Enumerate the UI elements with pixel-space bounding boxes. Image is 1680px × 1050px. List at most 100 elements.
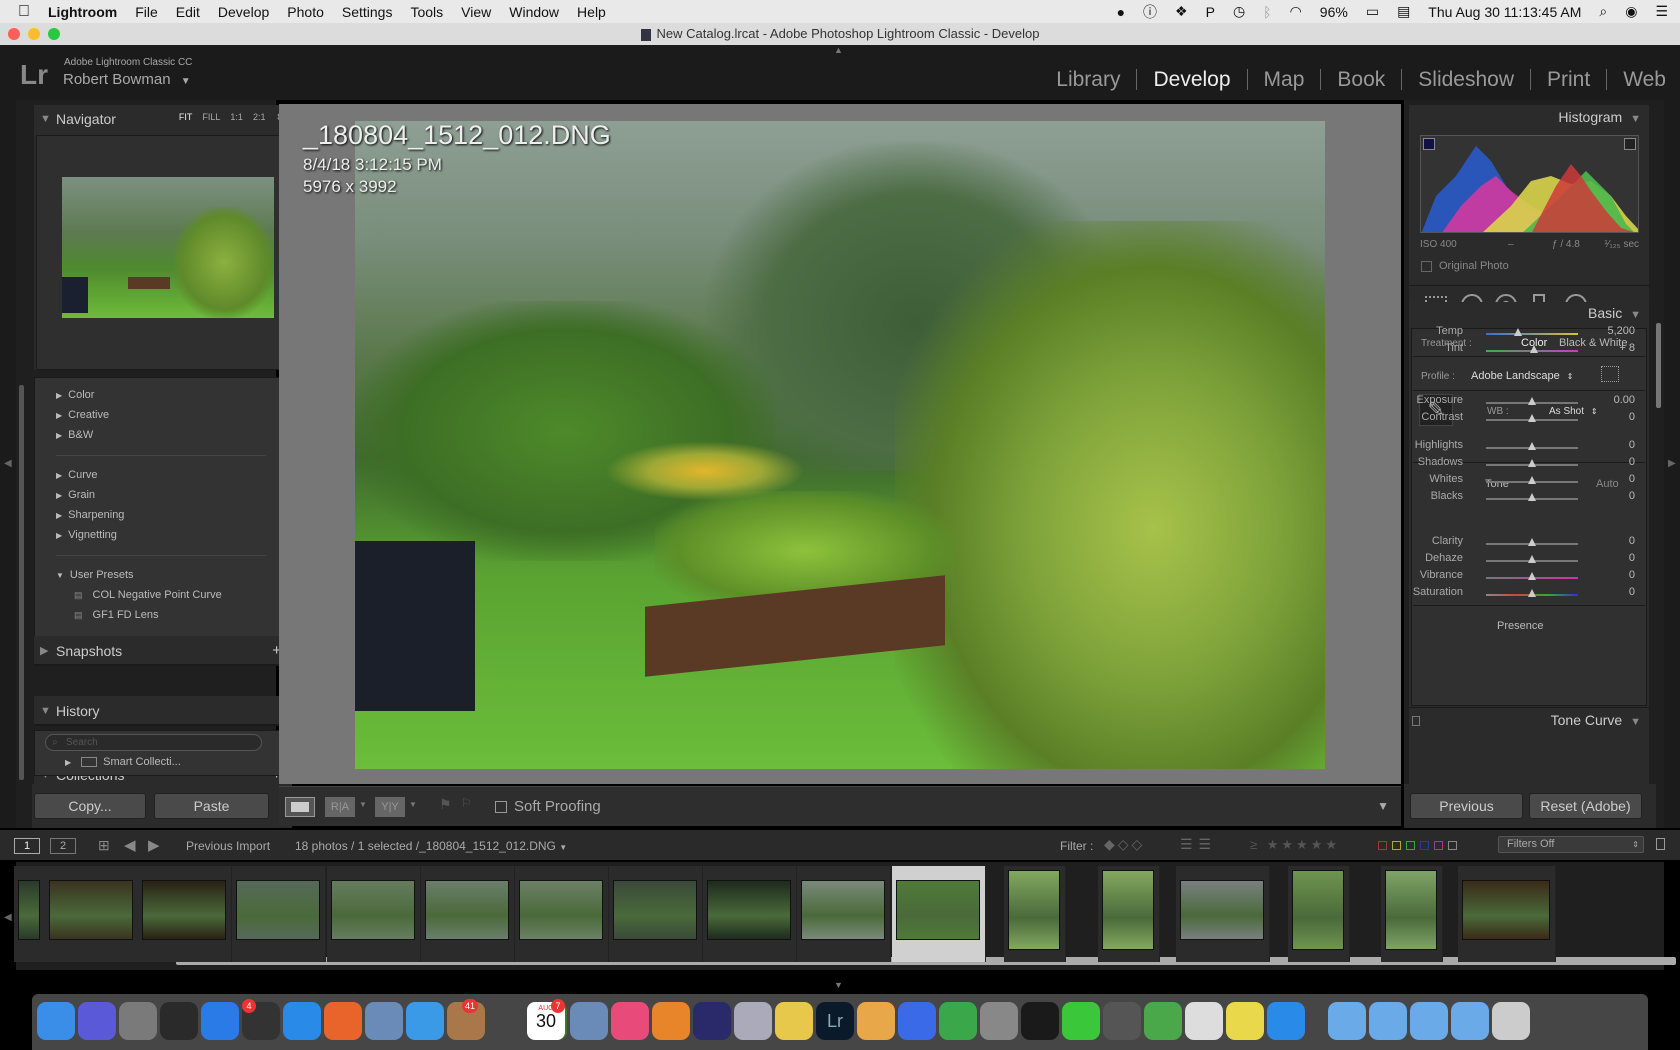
status-icon[interactable]: ⓘ: [1134, 2, 1166, 22]
filmstrip-thumbnail[interactable]: [142, 880, 226, 940]
flag-pick-icon[interactable]: ⚑: [439, 796, 452, 813]
filmstrip-thumbnail[interactable]: [1292, 870, 1344, 950]
stickies-icon[interactable]: [1226, 1002, 1264, 1040]
slider-value[interactable]: 0.00: [1585, 394, 1635, 406]
color-label-blue[interactable]: [1420, 841, 1429, 850]
reset-adobe-button[interactable]: Reset (Adobe): [1529, 793, 1642, 819]
shadow-clipping-icon[interactable]: [1423, 138, 1435, 150]
wifi-icon[interactable]: ◠: [1281, 3, 1311, 20]
preset-item[interactable]: ▤ COL Negative Point Curve: [74, 589, 222, 601]
applications-folder-icon[interactable]: [1328, 1002, 1366, 1040]
filmstrip-thumbnail[interactable]: [896, 880, 980, 940]
documents-folder-icon[interactable]: [1369, 1002, 1407, 1040]
messages-icon[interactable]: [406, 1002, 444, 1040]
reminders-icon[interactable]: [1185, 1002, 1223, 1040]
slider-track[interactable]: [1486, 572, 1578, 580]
slider-knob[interactable]: [1528, 442, 1536, 450]
slider-blacks[interactable]: Blacks 0: [1409, 490, 1649, 508]
menu-photo[interactable]: Photo: [278, 4, 333, 20]
apple-icon[interactable]: : [0, 3, 39, 21]
color-label-gray[interactable]: [1448, 841, 1457, 850]
keynote-icon[interactable]: [898, 1002, 936, 1040]
page-1-button[interactable]: 1: [14, 838, 40, 854]
firefox-icon[interactable]: [324, 1002, 362, 1040]
slider-highlights[interactable]: Highlights 0: [1409, 439, 1649, 457]
slider-value[interactable]: 0: [1585, 439, 1635, 451]
main-photo[interactable]: [355, 121, 1325, 769]
paste-button[interactable]: Paste: [154, 793, 269, 819]
wifi-diagnostics-icon[interactable]: [1267, 1002, 1305, 1040]
photo-booth-icon[interactable]: [160, 1002, 198, 1040]
slider-value[interactable]: 0: [1585, 411, 1635, 423]
menu-view[interactable]: View: [452, 4, 500, 20]
search-icon[interactable]: ⌕: [1590, 3, 1616, 20]
filmstrip-thumbnail[interactable]: [519, 880, 603, 940]
slider-value[interactable]: 0: [1585, 552, 1635, 564]
forward-arrow-icon[interactable]: ▶: [148, 836, 160, 854]
page-2-button[interactable]: 2: [50, 838, 76, 854]
slider-knob[interactable]: [1529, 345, 1538, 353]
slider-track[interactable]: [1486, 442, 1578, 450]
collapse-left-icon[interactable]: ◀: [4, 458, 12, 469]
filmstrip-thumbnail[interactable]: [1385, 870, 1437, 950]
slider-tint[interactable]: Tint + 8: [1409, 342, 1649, 360]
collections-search[interactable]: ⌕ Search: [45, 734, 262, 751]
slider-contrast[interactable]: Contrast 0: [1409, 411, 1649, 429]
tab-map[interactable]: Map: [1248, 69, 1322, 90]
menu-develop[interactable]: Develop: [209, 4, 278, 20]
menu-settings[interactable]: Settings: [333, 4, 402, 20]
slider-value[interactable]: 0: [1585, 586, 1635, 598]
tab-slideshow[interactable]: Slideshow: [1402, 69, 1531, 90]
filmstrip-thumbnail[interactable]: [613, 880, 697, 940]
battery-percent[interactable]: 96%: [1311, 4, 1357, 20]
preset-group-color[interactable]: ▶ Color: [56, 389, 94, 401]
menu-edit[interactable]: Edit: [167, 4, 209, 20]
left-scrollbar[interactable]: [19, 385, 24, 780]
slider-knob[interactable]: [1528, 414, 1536, 422]
highlight-clipping-icon[interactable]: [1624, 138, 1636, 150]
notification-center-icon[interactable]: ☰: [1646, 3, 1680, 20]
slider-value[interactable]: 5,200: [1585, 325, 1635, 337]
photos-icon[interactable]: [775, 1002, 813, 1040]
slider-dehaze[interactable]: Dehaze 0: [1409, 552, 1649, 570]
slider-whites[interactable]: Whites 0: [1409, 473, 1649, 491]
filmstrip-source[interactable]: Previous Import: [186, 839, 270, 853]
calculator-icon[interactable]: [1103, 1002, 1141, 1040]
previous-button[interactable]: Previous: [1410, 793, 1523, 819]
preview-icon[interactable]: [570, 1002, 608, 1040]
slider-track[interactable]: [1486, 397, 1578, 405]
slider-knob[interactable]: [1514, 328, 1523, 336]
flag-reject-icon[interactable]: ⚐: [461, 796, 472, 810]
quicktime-icon[interactable]: [693, 1002, 731, 1040]
folder-icon[interactable]: [1451, 1002, 1489, 1040]
app-store-icon[interactable]: [201, 1002, 239, 1040]
itunes-icon[interactable]: [611, 1002, 649, 1040]
slider-knob[interactable]: [1528, 572, 1536, 580]
launchpad-icon[interactable]: [119, 1002, 157, 1040]
slider-knob[interactable]: [1528, 397, 1536, 405]
slider-saturation[interactable]: Saturation 0: [1409, 586, 1649, 604]
profile-select[interactable]: Adobe Landscape ⇕: [1471, 370, 1573, 382]
preset-group-vignetting[interactable]: ▶ Vignetting: [56, 529, 117, 541]
facetime-icon[interactable]: [1062, 1002, 1100, 1040]
before-after-yy-icon[interactable]: Y|Y: [375, 797, 405, 817]
slider-knob[interactable]: [1528, 476, 1536, 484]
menu-file[interactable]: File: [126, 4, 167, 20]
slider-knob[interactable]: [1528, 555, 1536, 563]
image-capture-icon[interactable]: [734, 1002, 772, 1040]
slider-knob[interactable]: [1528, 459, 1536, 467]
original-photo-checkbox[interactable]: [1421, 261, 1432, 272]
minimize-window-button[interactable]: [28, 28, 40, 40]
before-after-ra-icon[interactable]: R|A: [325, 797, 355, 817]
color-label-yellow[interactable]: [1392, 841, 1401, 850]
filmstrip-thumbnail[interactable]: [1102, 870, 1154, 950]
slider-track[interactable]: [1486, 555, 1578, 563]
slider-track[interactable]: [1486, 459, 1578, 467]
preset-group-curve[interactable]: ▶ Curve: [56, 469, 98, 481]
tone-curve-header[interactable]: Tone Curve ▼: [1409, 707, 1649, 733]
tab-book[interactable]: Book: [1321, 69, 1403, 90]
time-machine-icon[interactable]: ◷: [1224, 3, 1254, 20]
slider-clarity[interactable]: Clarity 0: [1409, 535, 1649, 553]
collapse-top-icon[interactable]: ▲: [834, 45, 843, 55]
flag-icon[interactable]: ▤: [1388, 3, 1419, 20]
